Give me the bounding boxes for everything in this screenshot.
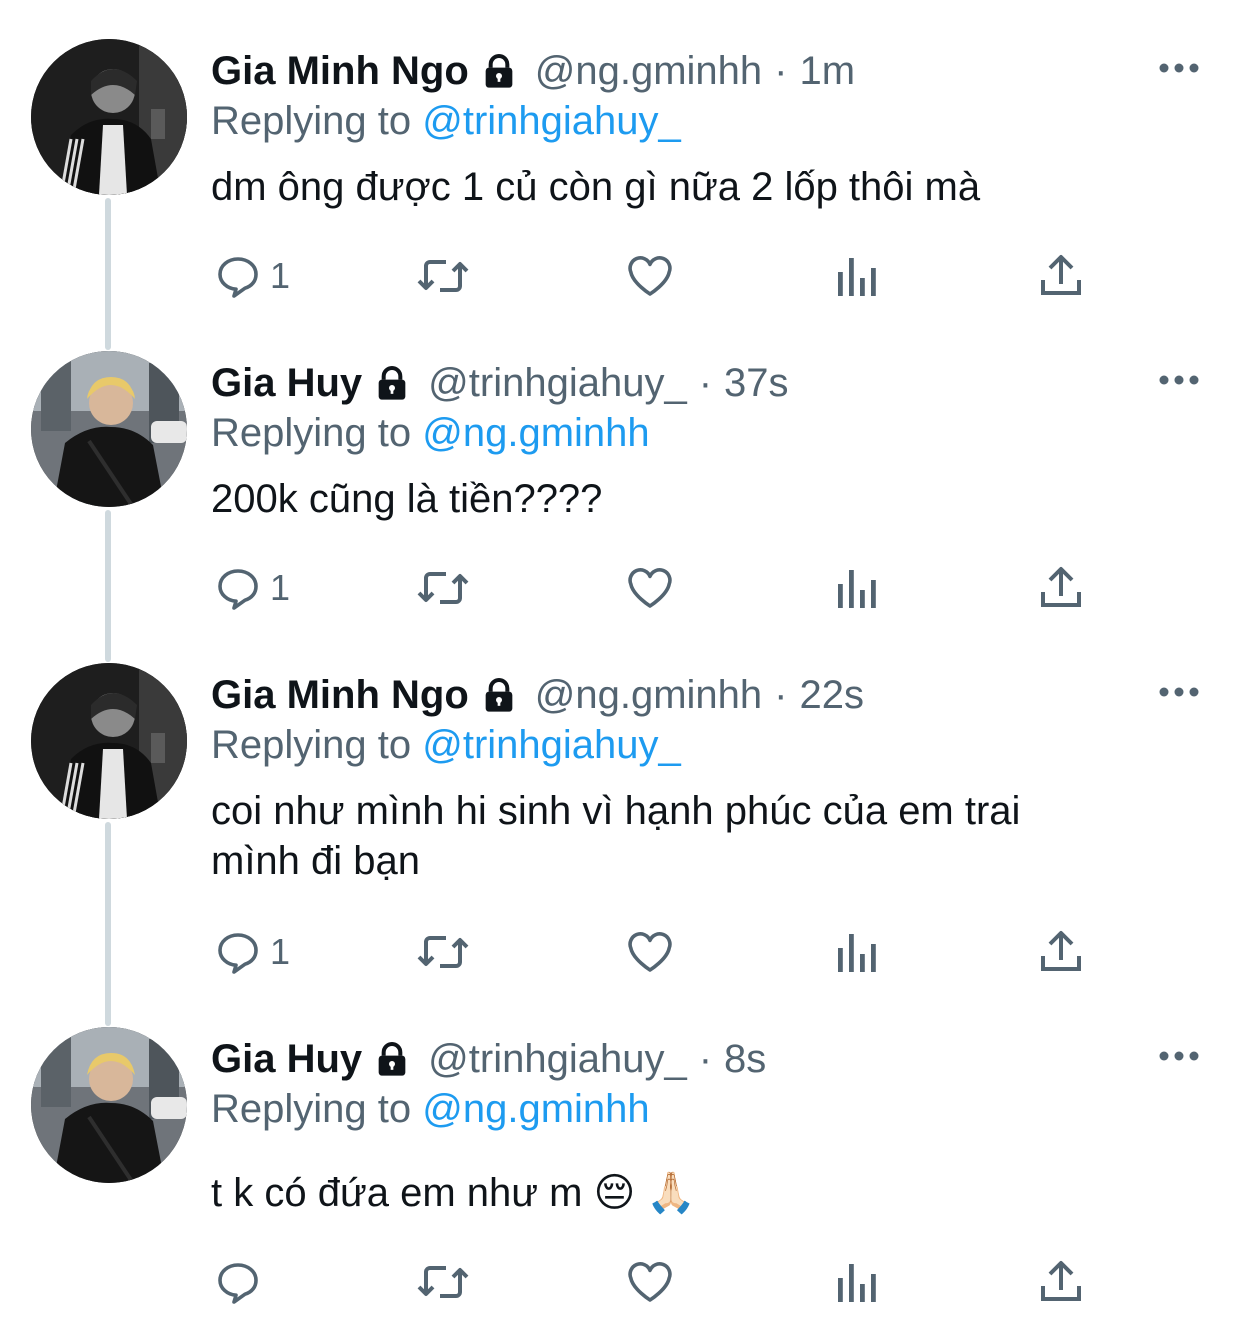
tweet-header: Gia Huy @trinhgiahuy_ · 37s <box>211 356 789 410</box>
display-name[interactable]: Gia Huy <box>211 356 362 410</box>
retweet-button[interactable] <box>416 560 470 616</box>
more-icon[interactable] <box>1158 1048 1200 1064</box>
user-handle[interactable]: @trinhgiahuy_ <box>428 1032 687 1086</box>
action-bar: 1 <box>0 560 1242 620</box>
share-icon <box>1041 567 1081 607</box>
tweet[interactable]: Gia Minh Ngo @ng.gminhh · 1m Replying to… <box>0 0 1242 312</box>
display-name[interactable]: Gia Huy <box>211 1032 362 1086</box>
replying-to-handle[interactable]: @trinhgiahuy_ <box>422 99 681 143</box>
share-button[interactable] <box>1038 1254 1084 1310</box>
separator: · <box>774 49 788 93</box>
reply-count: 1 <box>270 931 291 972</box>
tweet-text: 200k cũng là tiền???? <box>211 477 603 521</box>
like-button[interactable] <box>626 560 674 616</box>
share-button[interactable] <box>1038 924 1084 980</box>
share-icon <box>1041 255 1081 295</box>
share-button[interactable] <box>1038 560 1084 616</box>
retweet-button[interactable] <box>416 1254 470 1310</box>
separator: · <box>698 361 713 405</box>
retweet-icon <box>417 260 469 292</box>
reply-icon <box>218 569 258 610</box>
replying-to-handle[interactable]: @ng.gminhh <box>422 1087 649 1131</box>
display-name[interactable]: Gia Minh Ngo <box>211 44 469 98</box>
reply-count: 1 <box>270 567 291 608</box>
replying-to-handle[interactable]: @trinhgiahuy_ <box>422 723 681 767</box>
replying-to-label: Replying to <box>211 1087 412 1131</box>
tweet-text: dm ông được 1 củ còn gì nữa 2 lốp thôi m… <box>211 165 981 209</box>
tweet-header: Gia Minh Ngo @ng.gminhh · 1m <box>211 44 855 98</box>
timestamp[interactable]: 1m <box>800 44 856 98</box>
tweet-header: Gia Huy @trinhgiahuy_ · 8s <box>211 1032 766 1086</box>
user-handle[interactable]: @trinhgiahuy_ <box>428 356 687 410</box>
timestamp[interactable]: 37s <box>724 356 789 410</box>
tweet-text: t k có đứa em như m 😔 🙏🏻 <box>211 1171 697 1215</box>
retweet-icon <box>417 572 469 604</box>
views-button[interactable] <box>834 924 878 980</box>
share-button[interactable] <box>1038 248 1084 304</box>
action-bar: 1 <box>0 248 1242 308</box>
tweet-header: Gia Minh Ngo @ng.gminhh · 22s <box>211 668 864 722</box>
heart-icon <box>628 568 672 608</box>
timestamp[interactable]: 8s <box>724 1032 766 1086</box>
avatar[interactable] <box>31 663 187 819</box>
user-handle[interactable]: @ng.gminhh <box>535 668 762 722</box>
separator: · <box>698 1037 713 1081</box>
lock-icon <box>372 363 412 403</box>
replying-to: Replying to @ng.gminhh <box>211 406 650 460</box>
views-button[interactable] <box>834 248 878 304</box>
separator: · <box>774 673 788 717</box>
lock-icon <box>479 675 519 715</box>
replying-to: Replying to @trinhgiahuy_ <box>211 718 681 772</box>
views-button[interactable] <box>834 560 878 616</box>
lock-icon <box>372 1039 412 1079</box>
retweet-icon <box>417 1266 469 1298</box>
reply-icon <box>218 933 258 974</box>
bar-chart-icon <box>838 934 876 972</box>
user-handle[interactable]: @ng.gminhh <box>535 44 762 98</box>
like-button[interactable] <box>626 248 674 304</box>
share-icon <box>1041 931 1081 971</box>
reply-button[interactable]: 1 <box>214 560 290 616</box>
reply-icon <box>218 257 258 298</box>
retweet-button[interactable] <box>416 248 470 304</box>
bar-chart-icon <box>838 1264 876 1302</box>
reply-count: 1 <box>270 255 291 296</box>
reply-button[interactable] <box>214 1254 270 1310</box>
more-icon[interactable] <box>1158 684 1200 700</box>
reply-button[interactable]: 1 <box>214 924 290 980</box>
lock-icon <box>479 51 519 91</box>
display-name[interactable]: Gia Minh Ngo <box>211 668 469 722</box>
replying-to: Replying to @trinhgiahuy_ <box>211 94 681 148</box>
avatar[interactable] <box>31 39 187 195</box>
more-icon[interactable] <box>1158 60 1200 76</box>
avatar[interactable] <box>31 351 187 507</box>
retweet-button[interactable] <box>416 924 470 980</box>
bar-chart-icon <box>838 258 876 296</box>
replying-to-label: Replying to <box>211 723 412 767</box>
heart-icon <box>628 256 672 296</box>
bar-chart-icon <box>838 570 876 608</box>
heart-icon <box>628 932 672 972</box>
heart-icon <box>628 1262 672 1302</box>
reply-icon <box>218 1263 258 1304</box>
reply-button[interactable]: 1 <box>214 248 290 304</box>
replying-to-handle[interactable]: @ng.gminhh <box>422 411 649 455</box>
avatar[interactable] <box>31 1027 187 1183</box>
retweet-icon <box>417 936 469 968</box>
more-icon[interactable] <box>1158 372 1200 388</box>
like-button[interactable] <box>626 1254 674 1310</box>
action-bar <box>0 1254 1242 1314</box>
views-button[interactable] <box>834 1254 878 1310</box>
timestamp[interactable]: 22s <box>800 668 865 722</box>
tweet[interactable]: Gia Minh Ngo @ng.gminhh · 22s Replying t… <box>0 624 1242 988</box>
replying-to-label: Replying to <box>211 411 412 455</box>
action-bar: 1 <box>0 924 1242 984</box>
tweet[interactable]: Gia Huy @trinhgiahuy_ · 8s Replying to @… <box>0 988 1242 1328</box>
like-button[interactable] <box>626 924 674 980</box>
replying-to: Replying to @ng.gminhh <box>211 1082 650 1136</box>
share-icon <box>1041 1261 1081 1301</box>
tweet[interactable]: Gia Huy @trinhgiahuy_ · 37s Replying to … <box>0 312 1242 624</box>
tweet-text: coi như mình hi sinh vì hạnh phúc của em… <box>211 789 1021 883</box>
replying-to-label: Replying to <box>211 99 412 143</box>
